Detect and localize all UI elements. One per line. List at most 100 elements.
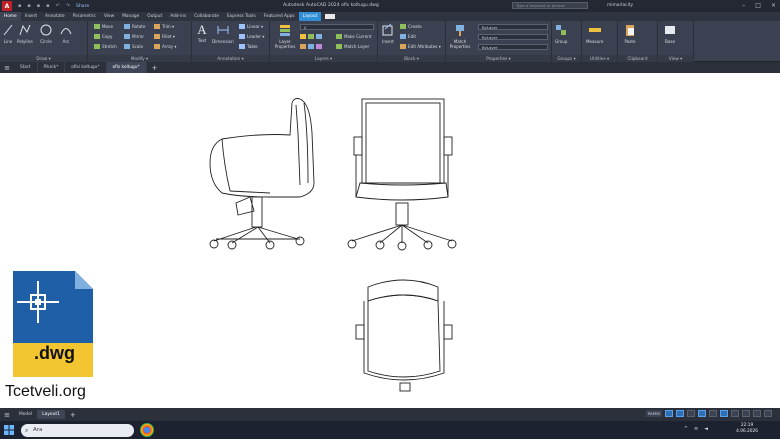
trim-button[interactable]: Trim ▾ xyxy=(154,24,174,29)
measure-tool[interactable]: Measure xyxy=(586,23,603,44)
view-group-label[interactable]: View ▾ xyxy=(658,55,693,62)
taskbar-search-input[interactable]: ⌕ Ara xyxy=(21,423,134,437)
paper-space-toggle[interactable]: PAPER xyxy=(646,410,662,417)
clipboard-group-label[interactable]: Clipboard xyxy=(618,55,657,62)
block-group-label[interactable]: Block ▾ xyxy=(378,55,445,62)
qa-new-icon[interactable]: ▪ xyxy=(18,3,21,9)
menu-icon[interactable]: ≡ xyxy=(0,64,14,72)
groups-group-label[interactable]: Groups ▾ xyxy=(552,55,581,62)
undo-icon[interactable]: ↶ xyxy=(56,3,60,9)
file-tab-start[interactable]: Start xyxy=(14,62,38,73)
layer-on-icon[interactable] xyxy=(300,34,306,39)
file-tab-ofisi-koltugu[interactable]: ofisi koltugu* xyxy=(65,62,107,73)
minimize-icon[interactable]: – xyxy=(742,2,745,9)
color-dropdown[interactable]: ByLayer xyxy=(478,24,548,30)
properties-group-label[interactable]: Properties ▾ xyxy=(446,55,551,62)
volume-icon[interactable]: ◄ xyxy=(704,426,708,432)
tab-express-tools[interactable]: Express Tools xyxy=(223,12,260,21)
tab-addins[interactable]: Add-ins xyxy=(166,12,190,21)
layout-menu-icon[interactable]: ≡ xyxy=(0,411,14,419)
autocad-app-icon[interactable]: A xyxy=(2,1,12,11)
file-tab-piknik[interactable]: Piknik* xyxy=(38,62,66,73)
move-button[interactable]: Move xyxy=(94,24,113,29)
layer-iso-icon[interactable] xyxy=(300,44,306,49)
polar-icon[interactable] xyxy=(698,410,706,417)
chevron-up-icon[interactable]: ^ xyxy=(684,426,688,432)
line-tool[interactable]: Line xyxy=(2,23,14,44)
new-tab-button[interactable]: + xyxy=(147,64,163,72)
leader-button[interactable]: Leader ▾ xyxy=(239,34,264,39)
share-button[interactable]: Share xyxy=(76,4,89,9)
maximize-icon[interactable]: □ xyxy=(755,2,761,9)
create-block-button[interactable]: Create xyxy=(400,24,422,29)
tab-collaborate[interactable]: Collaborate xyxy=(190,12,223,21)
redo-icon[interactable]: ↷ xyxy=(66,3,70,9)
make-current-button[interactable]: Make Current xyxy=(336,34,371,39)
match-properties-tool[interactable]: Match Properties xyxy=(448,23,472,49)
start-button[interactable] xyxy=(0,425,18,435)
ortho-icon[interactable] xyxy=(687,410,695,417)
file-tab-ofis-koltugu[interactable]: ofis koltugu* xyxy=(106,62,147,73)
scale-button[interactable]: Scale xyxy=(124,44,143,49)
tab-manage[interactable]: Manage xyxy=(118,12,143,21)
draw-group-label[interactable]: Draw ▾ xyxy=(0,55,87,62)
tab-featured-apps[interactable]: Featured Apps xyxy=(260,12,299,21)
stretch-button[interactable]: Stretch xyxy=(94,44,117,49)
otrack-icon[interactable] xyxy=(720,410,728,417)
linear-button[interactable]: Linear ▾ xyxy=(239,24,263,29)
tab-annotate[interactable]: Annotate xyxy=(41,12,69,21)
layer-lock-icon[interactable] xyxy=(316,34,322,39)
help-search-input[interactable]: Type a keyword or phrase xyxy=(512,2,588,9)
snap-icon[interactable] xyxy=(676,410,684,417)
annotation-scale-icon[interactable] xyxy=(742,410,750,417)
annotation-group-label[interactable]: Annotation ▾ xyxy=(192,55,269,62)
lineweight-icon[interactable] xyxy=(731,410,739,417)
tab-insert[interactable]: Insert xyxy=(21,12,41,21)
edit-attributes-button[interactable]: Edit Attributes ▾ xyxy=(400,44,441,49)
arc-tool[interactable]: Arc xyxy=(60,23,72,44)
layer-properties-tool[interactable]: Layer Properties xyxy=(273,23,297,49)
ribbon-options-icon[interactable] xyxy=(325,14,336,19)
linetype-dropdown[interactable]: ByLayer xyxy=(478,34,548,40)
chrome-icon[interactable] xyxy=(140,423,154,437)
osnap-icon[interactable] xyxy=(709,410,717,417)
layers-group-label[interactable]: Layers ▾ xyxy=(270,55,377,62)
fillet-button[interactable]: Fillet ▾ xyxy=(154,34,175,39)
qa-plot-icon[interactable]: ▪ xyxy=(46,3,49,9)
insert-tool[interactable]: Insert xyxy=(382,23,394,44)
polyline-tool[interactable]: Polyline xyxy=(17,23,33,44)
qa-save-icon[interactable]: ▪ xyxy=(37,3,40,9)
tab-home[interactable]: Home xyxy=(0,12,21,21)
layer-dropdown[interactable]: 0 xyxy=(300,24,374,30)
copy-button[interactable]: Copy xyxy=(94,34,112,39)
customize-menu-icon[interactable] xyxy=(764,410,772,417)
modify-group-label[interactable]: Modify ▾ xyxy=(88,55,191,62)
table-button[interactable]: Table xyxy=(239,44,258,49)
taskbar-clock[interactable]: 22:19 4.06.2026 xyxy=(736,423,758,435)
mirror-button[interactable]: Mirror xyxy=(124,34,144,39)
user-account[interactable]: mimarlacity xyxy=(607,3,633,8)
workspace-gear-icon[interactable] xyxy=(753,410,761,417)
utilities-group-label[interactable]: Utilities ▾ xyxy=(582,55,617,62)
edit-block-button[interactable]: Edit xyxy=(400,34,416,39)
close-icon[interactable]: × xyxy=(771,2,776,9)
tab-model[interactable]: Model xyxy=(14,410,37,419)
dimension-tool[interactable]: Dimension xyxy=(212,23,234,44)
tab-output[interactable]: Output xyxy=(143,12,166,21)
layer-walk-icon[interactable] xyxy=(316,44,322,49)
lineweight-dropdown[interactable]: ByLayer xyxy=(478,44,548,50)
tab-layout[interactable]: Layout xyxy=(298,12,322,21)
tab-layout1[interactable]: Layout1 xyxy=(37,410,65,419)
rotate-button[interactable]: Rotate xyxy=(124,24,145,29)
circle-tool[interactable]: Circle xyxy=(40,23,52,44)
match-layer-button[interactable]: Match Layer xyxy=(336,44,369,49)
array-button[interactable]: Array ▾ xyxy=(154,44,176,49)
base-view-tool[interactable]: Base xyxy=(664,23,676,44)
group-tool[interactable]: Group xyxy=(555,23,567,44)
paste-tool[interactable]: Paste xyxy=(624,23,636,44)
grid-icon[interactable] xyxy=(665,410,673,417)
layer-off-icon[interactable] xyxy=(308,44,314,49)
add-layout-button[interactable]: + xyxy=(65,411,81,419)
qa-open-icon[interactable]: ▪ xyxy=(27,3,30,9)
text-tool[interactable]: A Text xyxy=(196,23,208,44)
